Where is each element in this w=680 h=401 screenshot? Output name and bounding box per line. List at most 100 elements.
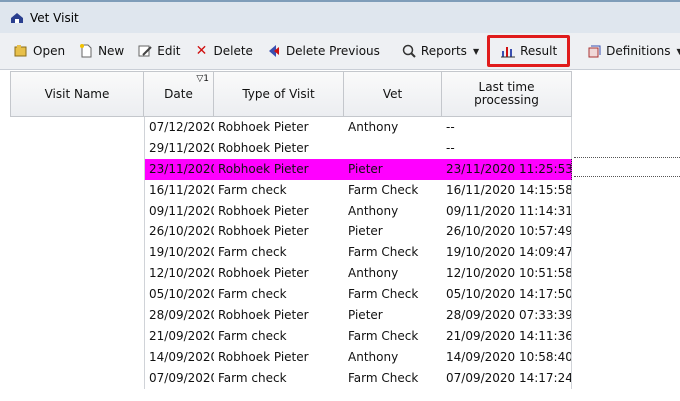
vet-cell[interactable]: Pieter [344,158,442,180]
visit-name-cell[interactable] [10,201,144,222]
selection-dotted-line [574,157,680,158]
type-of-visit-cell[interactable]: Farm check [214,284,344,305]
last-processing-cell[interactable]: 26/10/2020 10:57:49 [442,221,572,243]
edit-button[interactable]: Edit [132,39,185,63]
table-row[interactable]: 19/10/2020 Farm check Farm Check 19/10/2020… [10,242,572,264]
type-of-visit-cell[interactable]: Robhoek Pieter [214,138,344,159]
table-row[interactable]: 05/10/2020 Farm check Farm Check 05/10/2020… [10,284,572,306]
vet-cell[interactable]: Anthony [344,201,442,222]
vet-cell[interactable]: Farm Check [344,368,442,389]
vet-cell[interactable]: Farm Check [344,284,442,305]
last-processing-cell[interactable]: 21/09/2020 14:11:36 [442,325,572,347]
date-cell[interactable]: 26/10/2020 [144,221,214,243]
type-of-visit-cell[interactable]: Robhoek Pieter [214,221,344,242]
reports-label: Reports [420,44,467,58]
table-row[interactable]: 21/09/2020 Farm check Farm Check 21/09/2020… [10,325,572,347]
date-cell[interactable]: 29/11/2020 [144,137,214,159]
date-cell[interactable]: 14/09/2020 [144,346,214,368]
definitions-label: Definitions [606,44,671,58]
vet-cell[interactable]: Farm Check [344,326,442,347]
reports-button[interactable]: Reports ▼ [396,39,484,63]
visit-name-cell[interactable] [10,284,144,305]
visit-name-cell[interactable] [10,117,144,138]
toolbar: Open New Edit ✕ Delete Delete Previous R… [0,33,680,70]
result-button[interactable]: Result [487,35,571,67]
visit-name-cell[interactable] [10,180,144,201]
new-button[interactable]: New [73,39,129,63]
visit-name-cell[interactable] [10,368,144,389]
date-cell[interactable]: 07/09/2020 [144,367,214,389]
type-of-visit-cell[interactable]: Robhoek Pieter [214,117,344,138]
table-row[interactable]: 07/12/2020 Robhoek Pieter Anthony -- [10,117,572,138]
delete-button[interactable]: ✕ Delete [189,39,258,63]
visit-name-cell[interactable] [10,159,144,180]
open-button[interactable]: Open [8,39,70,63]
date-cell[interactable]: 28/09/2020 [144,305,214,326]
table-row[interactable]: 14/09/2020 Robhoek Pieter Anthony 14/09/202… [10,346,572,368]
type-of-visit-cell[interactable]: Robhoek Pieter [214,201,344,222]
vet-cell[interactable] [344,138,442,159]
definitions-button[interactable]: Definitions ▼ [581,39,680,63]
visit-name-cell[interactable] [10,242,144,263]
date-cell[interactable]: 16/11/2020 [144,179,214,201]
date-cell[interactable]: 23/11/2020 [144,158,214,180]
type-of-visit-cell[interactable]: Robhoek Pieter [214,347,344,368]
table-row[interactable]: 23/11/2020 Robhoek Pieter Pieter 23/11/2020… [10,158,572,180]
last-processing-cell[interactable]: -- [442,137,572,159]
vet-cell[interactable]: Pieter [344,221,442,242]
sort-order-number: 1 [203,74,209,84]
table-row[interactable]: 26/10/2020 Robhoek Pieter Pieter 26/10/2020… [10,221,572,243]
type-of-visit-cell[interactable]: Farm check [214,368,344,389]
vet-cell[interactable]: Anthony [344,347,442,368]
vet-cell[interactable]: Farm Check [344,242,442,263]
visit-name-cell[interactable] [10,326,144,347]
visit-name-cell[interactable] [10,221,144,242]
visit-name-cell[interactable] [10,263,144,284]
vet-cell[interactable]: Anthony [344,117,442,138]
table-row[interactable]: 16/11/2020 Farm check Farm Check 16/11/2020… [10,179,572,201]
delete-previous-button[interactable]: Delete Previous [261,39,385,63]
edit-label: Edit [157,44,181,58]
date-cell[interactable]: 12/10/2020 [144,263,214,285]
type-of-visit-cell[interactable]: Farm check [214,180,344,201]
result-chart-icon [500,43,516,59]
column-header-visit-name[interactable]: Visit Name [10,71,144,117]
table-row[interactable]: 12/10/2020 Robhoek Pieter Anthony 12/10/202… [10,263,572,285]
date-cell[interactable]: 19/10/2020 [144,242,214,264]
visit-name-cell[interactable] [10,305,144,326]
column-header-type-of-visit[interactable]: Type of Visit [214,71,344,117]
date-cell[interactable]: 09/11/2020 [144,200,214,222]
last-processing-cell[interactable]: -- [442,117,572,138]
vet-cell[interactable]: Farm Check [344,180,442,201]
visit-name-cell[interactable] [10,347,144,368]
table-row[interactable]: 09/11/2020 Robhoek Pieter Anthony 09/11/202… [10,200,572,222]
table-row[interactable]: 29/11/2020 Robhoek Pieter -- [10,137,572,159]
type-of-visit-cell[interactable]: Robhoek Pieter [214,305,344,326]
last-processing-cell[interactable]: 05/10/2020 14:17:50 [442,284,572,306]
type-of-visit-cell[interactable]: Farm check [214,242,344,263]
last-processing-cell[interactable]: 09/11/2020 11:14:31 [442,200,572,222]
type-of-visit-cell[interactable]: Farm check [214,326,344,347]
visit-name-cell[interactable] [10,138,144,159]
date-cell[interactable]: 05/10/2020 [144,284,214,306]
column-header-last-time-processing[interactable]: Last time processing [442,71,572,117]
column-header-date[interactable]: Date ▽1 [144,71,214,117]
type-of-visit-cell[interactable]: Robhoek Pieter [214,158,344,180]
last-processing-cell[interactable]: 23/11/2020 11:25:53 [442,158,572,180]
vet-cell[interactable]: Pieter [344,305,442,326]
last-processing-cell[interactable]: 19/10/2020 14:09:47 [442,242,572,264]
table-row[interactable]: 28/09/2020 Robhoek Pieter Pieter 28/09/2020… [10,305,572,326]
new-label: New [98,44,125,58]
vet-cell[interactable]: Anthony [344,263,442,284]
last-processing-cell[interactable]: 16/11/2020 14:15:58 [442,179,572,201]
last-processing-cell[interactable]: 12/10/2020 10:51:58 [442,263,572,285]
column-header-vet[interactable]: Vet [344,71,442,117]
last-processing-cell[interactable]: 14/09/2020 10:58:40 [442,346,572,368]
magnifier-icon [401,43,417,59]
type-of-visit-cell[interactable]: Robhoek Pieter [214,263,344,284]
date-cell[interactable]: 07/12/2020 [144,117,214,138]
table-row[interactable]: 07/09/2020 Farm check Farm Check 07/09/2020… [10,367,572,389]
date-cell[interactable]: 21/09/2020 [144,325,214,347]
last-processing-cell[interactable]: 28/09/2020 07:33:39 [442,305,572,326]
last-processing-cell[interactable]: 07/09/2020 14:17:24 [442,367,572,389]
